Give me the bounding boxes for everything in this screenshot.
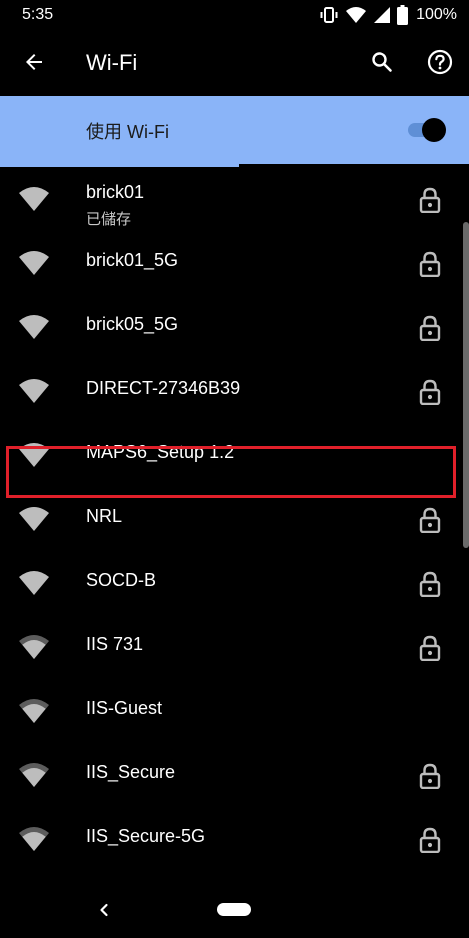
signal-icon xyxy=(373,6,391,24)
battery-percentage: 100% xyxy=(416,6,457,23)
network-row[interactable]: brick01_5G xyxy=(0,230,469,294)
network-name: SOCD-B xyxy=(86,570,157,590)
lock-icon xyxy=(418,379,442,406)
scrollbar[interactable] xyxy=(463,222,469,548)
status-icons: 100% xyxy=(319,5,457,25)
network-list: brick01 已儲存 brick01_5G brick05_5G DIRECT-273… xyxy=(0,166,469,870)
wifi-signal-icon xyxy=(18,826,50,852)
search-button[interactable] xyxy=(364,46,400,82)
navigation-bar xyxy=(0,882,469,938)
wifi-signal-icon xyxy=(18,762,50,788)
network-name: IIS-Guest xyxy=(86,698,163,718)
network-name: NRL xyxy=(86,506,123,526)
vibrate-icon xyxy=(319,5,339,25)
network-name: IIS 731 xyxy=(86,634,144,654)
network-row[interactable]: IIS_Secure xyxy=(0,742,469,806)
network-name: brick01 xyxy=(86,182,145,202)
network-row[interactable]: IIS-Guest xyxy=(0,678,469,742)
network-name: brick05_5G xyxy=(86,314,179,334)
wifi-signal-icon xyxy=(18,570,50,596)
lock-icon xyxy=(418,187,442,214)
lock-icon xyxy=(418,635,442,662)
network-row[interactable]: brick01 已儲存 xyxy=(0,166,469,230)
status-time: 5:35 xyxy=(22,6,54,23)
wifi-signal-icon xyxy=(18,634,50,660)
wifi-signal-icon xyxy=(18,314,50,340)
app-bar: Wi-Fi xyxy=(0,32,469,94)
status-bar: 5:35 100% xyxy=(0,0,469,32)
network-row[interactable]: SOCD-B xyxy=(0,550,469,614)
lock-icon xyxy=(418,507,442,534)
wifi-signal-icon xyxy=(18,186,50,212)
network-name: DIRECT-27346B39 xyxy=(86,378,241,398)
wifi-toggle[interactable] xyxy=(406,118,446,142)
battery-icon xyxy=(397,5,409,25)
nav-home-pill[interactable] xyxy=(217,903,251,916)
search-icon xyxy=(370,50,394,79)
wifi-signal-icon xyxy=(18,698,50,724)
toggle-thumb xyxy=(422,118,446,142)
wifi-master-switch[interactable]: 使用 Wi-Fi xyxy=(0,96,469,164)
wifi-status-icon xyxy=(345,6,367,24)
master-switch-label: 使用 Wi-Fi xyxy=(86,122,169,142)
lock-icon xyxy=(418,251,442,278)
lock-icon xyxy=(418,763,442,790)
back-arrow-icon xyxy=(22,50,46,79)
network-name: IIS_Secure-5G xyxy=(86,826,206,846)
lock-icon xyxy=(418,571,442,598)
help-button[interactable] xyxy=(422,46,458,82)
wifi-signal-icon xyxy=(18,506,50,532)
page-title: Wi-Fi xyxy=(86,50,138,75)
network-name: IIS_Secure xyxy=(86,762,176,782)
highlight-box xyxy=(6,446,456,498)
network-row[interactable]: DIRECT-27346B39 xyxy=(0,358,469,422)
network-name: brick01_5G xyxy=(86,250,179,270)
lock-icon xyxy=(418,315,442,342)
network-row[interactable]: IIS 731 xyxy=(0,614,469,678)
lock-icon xyxy=(418,827,442,854)
back-button[interactable] xyxy=(16,46,52,82)
help-icon xyxy=(427,49,453,80)
network-row[interactable]: brick05_5G xyxy=(0,294,469,358)
network-row[interactable]: IIS_Secure-5G xyxy=(0,806,469,870)
wifi-signal-icon xyxy=(18,250,50,276)
nav-back-icon[interactable] xyxy=(94,900,114,920)
wifi-signal-icon xyxy=(18,378,50,404)
network-status: 已儲存 xyxy=(86,211,132,228)
